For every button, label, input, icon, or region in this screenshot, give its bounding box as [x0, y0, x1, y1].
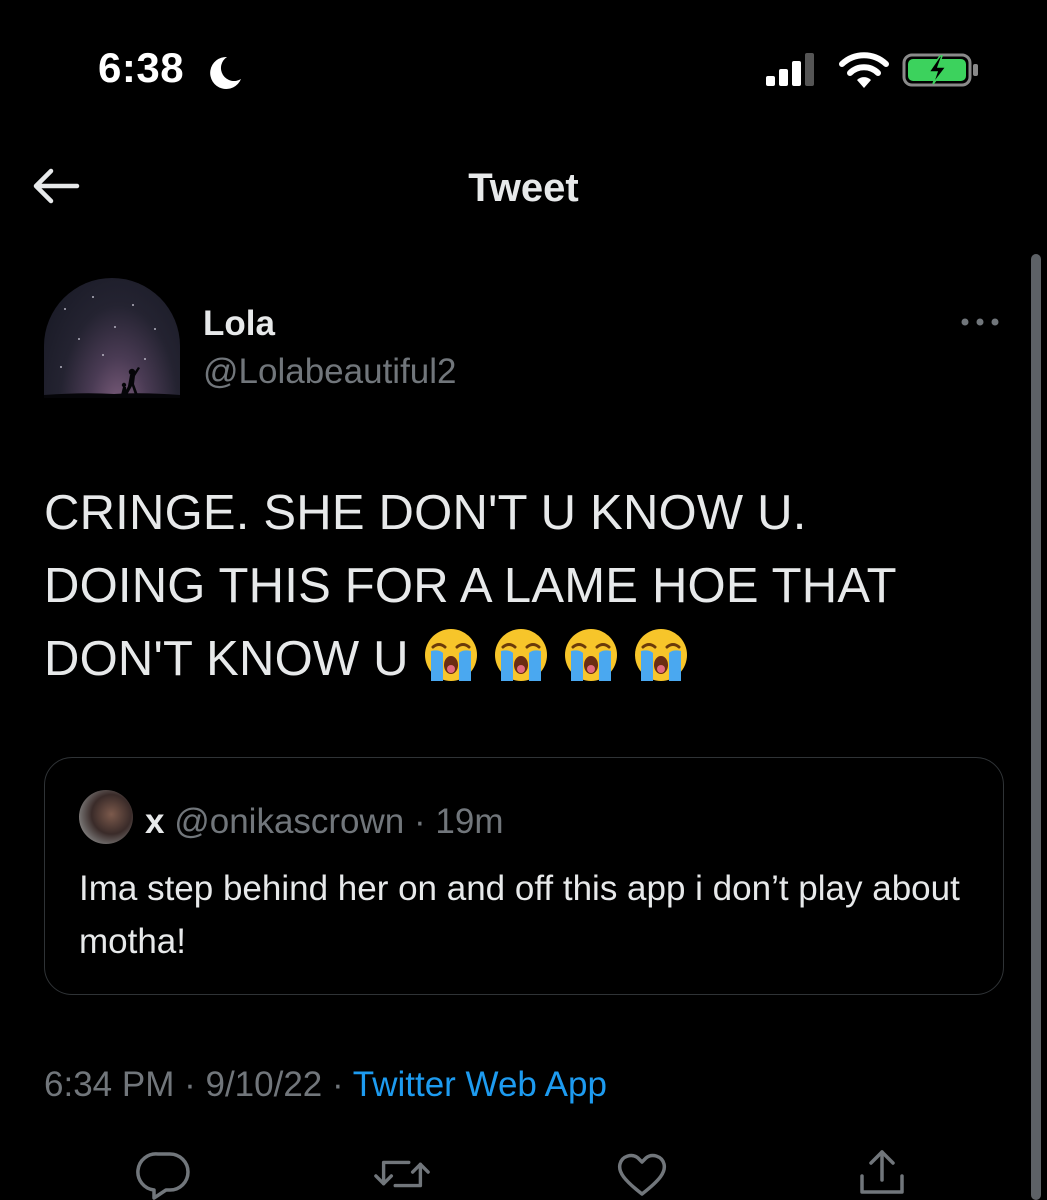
loudly-crying-face-icon: [424, 629, 477, 681]
status-time: 6:38: [98, 44, 185, 91]
tweet-date: 9/10/22: [205, 1065, 323, 1104]
tweet-text-line: DON'T KNOW U: [44, 632, 409, 686]
quote-age: 19m: [435, 802, 504, 841]
avatar-silhouette: [44, 367, 180, 398]
tweet-text-line: DOING THIS FOR A LAME HOE THAT: [44, 559, 897, 613]
retweet-button[interactable]: [372, 1148, 432, 1200]
tweet-source-link[interactable]: Twitter Web App: [353, 1065, 607, 1104]
quote-meta: x @onikascrown · 19m: [145, 802, 504, 842]
more-options-icon[interactable]: [956, 304, 1004, 340]
tweet-meta: 6:34 PM · 9/10/22 · Twitter Web App: [44, 1065, 607, 1105]
tweet-text-line-with-emojis: DON'T KNOW U: [44, 623, 1004, 696]
reply-icon: [136, 1152, 190, 1200]
quoted-tweet-card[interactable]: x @onikascrown · 19m Ima step behind her…: [44, 757, 1004, 995]
quote-author-name[interactable]: x: [145, 802, 164, 841]
author-handle[interactable]: @Lolabeautiful2: [203, 352, 457, 392]
loudly-crying-face-icon: [634, 629, 687, 681]
meta-separator: ·: [184, 1065, 196, 1104]
tweet-time: 6:34 PM: [44, 1065, 175, 1104]
quote-text: Ima step behind her on and off this app …: [79, 869, 960, 961]
battery-charging-icon: [902, 53, 978, 87]
avatar[interactable]: [44, 278, 180, 398]
scrollbar[interactable]: [1031, 254, 1041, 1200]
loudly-crying-face-icon: [564, 629, 617, 681]
share-button[interactable]: [852, 1148, 912, 1200]
header: Tweet: [0, 120, 1047, 248]
reply-button[interactable]: [134, 1148, 194, 1200]
like-button[interactable]: [612, 1148, 672, 1200]
quote-separator: ·: [414, 802, 426, 841]
author-name[interactable]: Lola: [203, 304, 275, 344]
retweet-icon: [374, 1160, 430, 1188]
signal-icon: [766, 53, 814, 86]
wifi-icon: [839, 52, 889, 88]
like-icon: [617, 1153, 667, 1196]
share-icon: [860, 1150, 904, 1194]
tweet-text-line: CRINGE. SHE DON'T U KNOW U.: [44, 486, 807, 540]
moon-icon: [210, 56, 241, 89]
quote-author-handle[interactable]: @onikascrown: [174, 802, 404, 841]
tweet-text: CRINGE. SHE DON'T U KNOW U. DOING THIS F…: [44, 477, 1004, 696]
meta-separator: ·: [332, 1065, 344, 1104]
status-bar: 6:38: [0, 0, 1047, 120]
quote-avatar[interactable]: [79, 790, 133, 844]
loudly-crying-face-icon: [494, 629, 547, 681]
page-title: Tweet: [468, 166, 579, 210]
